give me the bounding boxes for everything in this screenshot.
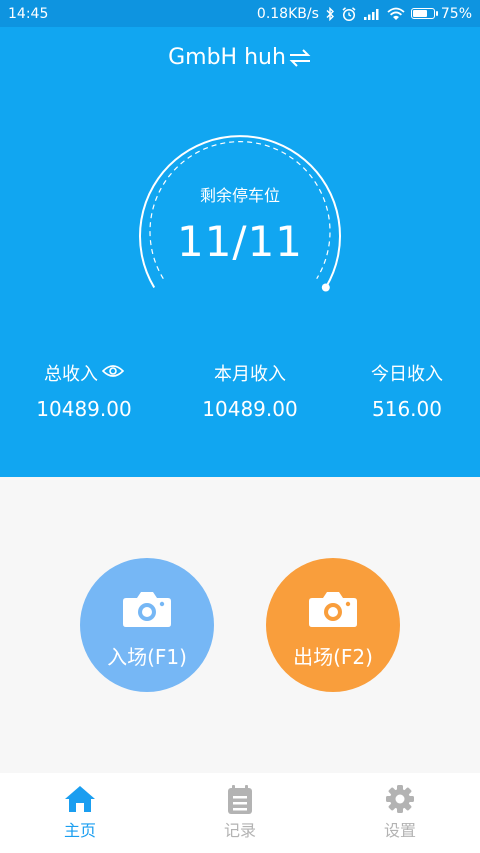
stat-label: 今日收入 <box>371 364 443 385</box>
remaining-spaces-value: 11/11 <box>176 217 304 266</box>
home-icon <box>64 783 96 815</box>
wifi-icon <box>387 7 405 21</box>
camera-icon <box>122 588 172 633</box>
bottom-tab-bar: 主页 记录 设置 <box>0 773 480 853</box>
stat-value: 10489.00 <box>36 397 132 421</box>
stat-today-income: 今日收入 516.00 <box>327 359 480 421</box>
tab-label: 设置 <box>383 821 416 840</box>
network-speed: 0.18KB/s <box>256 5 319 22</box>
gauge-indicator-dot <box>321 283 330 292</box>
stat-total-income: 总收入 10489.00 <box>4 359 164 421</box>
stat-label: 总收入 <box>44 364 98 385</box>
exit-button-label: 出场(F2) <box>293 645 373 669</box>
tab-settings[interactable]: 设置 <box>320 773 480 853</box>
tab-label: 记录 <box>223 821 256 840</box>
camera-icon <box>308 588 358 633</box>
swap-arrows-icon[interactable] <box>288 48 312 68</box>
battery-percent: 75% <box>440 5 472 22</box>
signal-icon <box>363 8 381 20</box>
remaining-spaces-label: 剩余停车位 <box>199 186 280 205</box>
status-bar: 14:45 0.18KB/s 75% <box>0 0 480 27</box>
exit-button[interactable]: 出场(F2) <box>266 558 400 692</box>
tab-home[interactable]: 主页 <box>0 773 160 853</box>
stat-value: 10489.00 <box>202 397 298 421</box>
enter-button[interactable]: 入场(F1) <box>80 558 214 692</box>
hero-panel: GmbH huh 剩余停车位 11/11 总收入 10489.00 本月收入 1… <box>0 27 480 477</box>
battery-icon <box>410 8 438 19</box>
status-right: 0.18KB/s 75% <box>257 6 472 22</box>
records-icon <box>224 783 256 815</box>
alarm-icon <box>341 6 357 22</box>
enter-button-label: 入场(F1) <box>107 645 187 669</box>
stat-month-income: 本月收入 10489.00 <box>170 359 330 421</box>
status-time: 14:45 <box>8 5 49 22</box>
bluetooth-icon <box>325 6 335 21</box>
eye-icon[interactable] <box>101 363 125 384</box>
stat-value: 516.00 <box>372 397 442 421</box>
gear-icon <box>384 783 416 815</box>
parking-lot-title[interactable]: GmbH huh <box>0 45 480 70</box>
parking-lot-name[interactable]: GmbH huh <box>168 45 286 70</box>
tab-label: 主页 <box>63 821 96 840</box>
tab-records[interactable]: 记录 <box>160 773 320 853</box>
stat-label: 本月收入 <box>214 364 286 385</box>
